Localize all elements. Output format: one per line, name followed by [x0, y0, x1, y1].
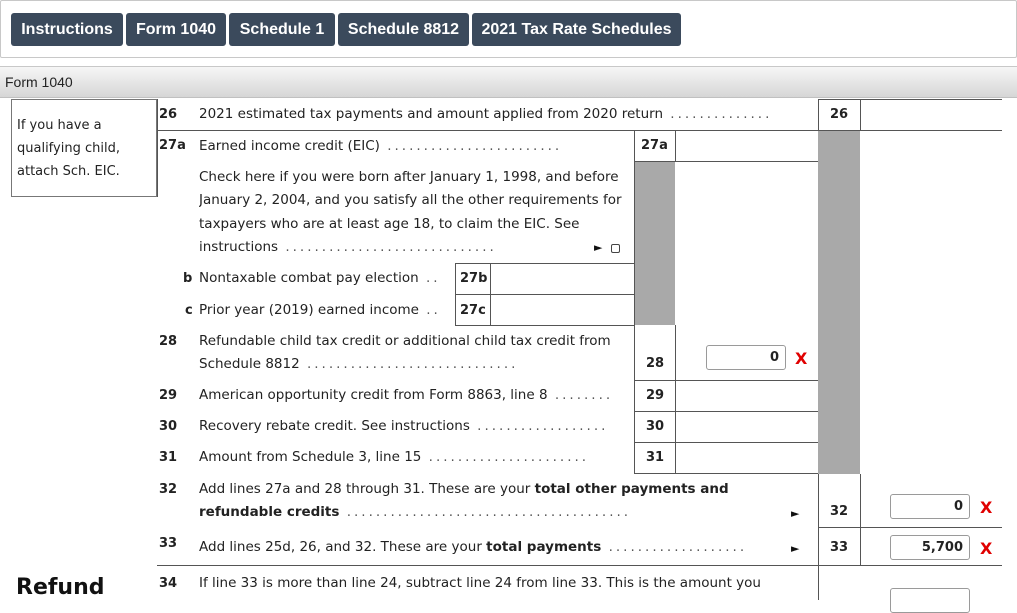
- line-29-number: 29: [159, 388, 178, 403]
- line-28-text-2: Schedule 8812 ..........................…: [199, 356, 519, 372]
- arrow-right-icon: ►: [791, 507, 800, 520]
- divider: [818, 99, 1002, 100]
- divider: [818, 527, 1002, 528]
- line-30-number: 30: [159, 419, 178, 434]
- line-33-amount-input[interactable]: 5,700: [890, 535, 970, 560]
- refund-heading: Refund: [16, 575, 105, 600]
- line-26-box-label: 26: [830, 107, 849, 122]
- line-31-number: 31: [159, 450, 178, 465]
- line-29-amount[interactable]: [676, 381, 818, 411]
- line-30-box-label: 30: [646, 419, 665, 434]
- line-30-text: Recovery rebate credit. See instructions…: [199, 418, 609, 434]
- line-27a-text: Earned income credit (EIC) .............…: [199, 138, 563, 154]
- line-32-amount-input[interactable]: 0: [890, 494, 970, 519]
- shaded-column: [635, 162, 675, 325]
- arrow-right-icon: ►: [791, 542, 800, 555]
- line-27b-box-label: 27b: [460, 271, 488, 286]
- line-29-text: American opportunity credit from Form 88…: [199, 387, 614, 403]
- tab-2021-tax-rate-schedules[interactable]: 2021 Tax Rate Schedules: [472, 13, 681, 46]
- line-31-amount[interactable]: [676, 443, 818, 473]
- clear-x-icon[interactable]: X: [980, 539, 992, 558]
- line-27b-amount[interactable]: [491, 264, 634, 294]
- arrow-right-icon: ►: [594, 241, 603, 254]
- line-27c-text: Prior year (2019) earned income ..: [199, 302, 441, 318]
- tab-instructions[interactable]: Instructions: [11, 13, 123, 46]
- note-line-3: attach Sch. EIC.: [17, 164, 120, 179]
- line-33-text: Add lines 25d, 26, and 32. These are you…: [199, 539, 748, 555]
- line-27c-number: c: [185, 303, 193, 318]
- divider: [157, 565, 818, 566]
- eic-age-checkbox[interactable]: [611, 244, 620, 253]
- shaded-column: [818, 131, 860, 474]
- section-header: Form 1040: [0, 66, 1017, 98]
- line-27b-number: b: [183, 271, 193, 286]
- tab-schedule-8812[interactable]: Schedule 8812: [338, 13, 469, 46]
- divider: [157, 99, 158, 197]
- line-32-text-2: refundable credits .....................…: [199, 504, 632, 520]
- line-33-box-label: 33: [830, 540, 849, 555]
- line-32-text-1: Add lines 27a and 28 through 31. These a…: [199, 481, 729, 497]
- eic-check-line-2: January 2, 2004, and you satisfy all the…: [199, 192, 622, 208]
- line-32-box-label: 32: [830, 504, 849, 519]
- line-28-box-label: 28: [646, 356, 665, 371]
- line-30-amount[interactable]: [676, 412, 818, 442]
- line-34-text: If line 33 is more than line 24, subtrac…: [199, 575, 761, 591]
- eic-check-line-4: instructions ...........................…: [199, 239, 497, 255]
- line-28-number: 28: [159, 334, 178, 349]
- divider: [634, 473, 818, 474]
- divider: [157, 130, 1002, 131]
- line-28-text-1: Refundable child tax credit or additiona…: [199, 333, 611, 349]
- line-31-text: Amount from Schedule 3, line 15 ........…: [199, 449, 590, 465]
- line-27c-amount[interactable]: [491, 295, 634, 325]
- line-27a-number: 27a: [159, 138, 186, 153]
- line-31-box-label: 31: [646, 450, 665, 465]
- divider: [634, 161, 818, 162]
- divider: [818, 565, 1002, 566]
- note-line-1: If you have a: [17, 118, 102, 133]
- divider: [455, 325, 635, 326]
- qualifying-child-note: If you have a qualifying child, attach S…: [11, 99, 157, 197]
- line-27c-box-label: 27c: [460, 303, 486, 318]
- line-27a-box-label: 27a: [641, 138, 668, 153]
- clear-x-icon[interactable]: X: [795, 349, 807, 368]
- divider: [634, 131, 635, 474]
- divider: [675, 131, 676, 162]
- line-27b-text: Nontaxable combat pay election ..: [199, 270, 441, 286]
- line-34-number: 34: [159, 576, 178, 591]
- eic-check-line-3: taxpayers who are at least age 18, to cl…: [199, 216, 580, 232]
- line-28-amount-input[interactable]: 0: [706, 345, 786, 370]
- section-title: Form 1040: [5, 74, 73, 90]
- line-33-number: 33: [159, 536, 178, 551]
- divider: [860, 474, 861, 565]
- line-29-box-label: 29: [646, 388, 665, 403]
- line-32-number: 32: [159, 482, 178, 497]
- line-34-amount-input[interactable]: [890, 588, 970, 613]
- clear-x-icon[interactable]: X: [980, 498, 992, 517]
- line-26-number: 26: [159, 107, 178, 122]
- tab-schedule-1[interactable]: Schedule 1: [229, 13, 335, 46]
- eic-check-line-1: Check here if you were born after Januar…: [199, 169, 619, 185]
- note-line-2: qualifying child,: [17, 141, 120, 156]
- tab-form-1040[interactable]: Form 1040: [126, 13, 226, 46]
- line-26-text: 2021 estimated tax payments and amount a…: [199, 106, 773, 122]
- divider: [860, 99, 861, 131]
